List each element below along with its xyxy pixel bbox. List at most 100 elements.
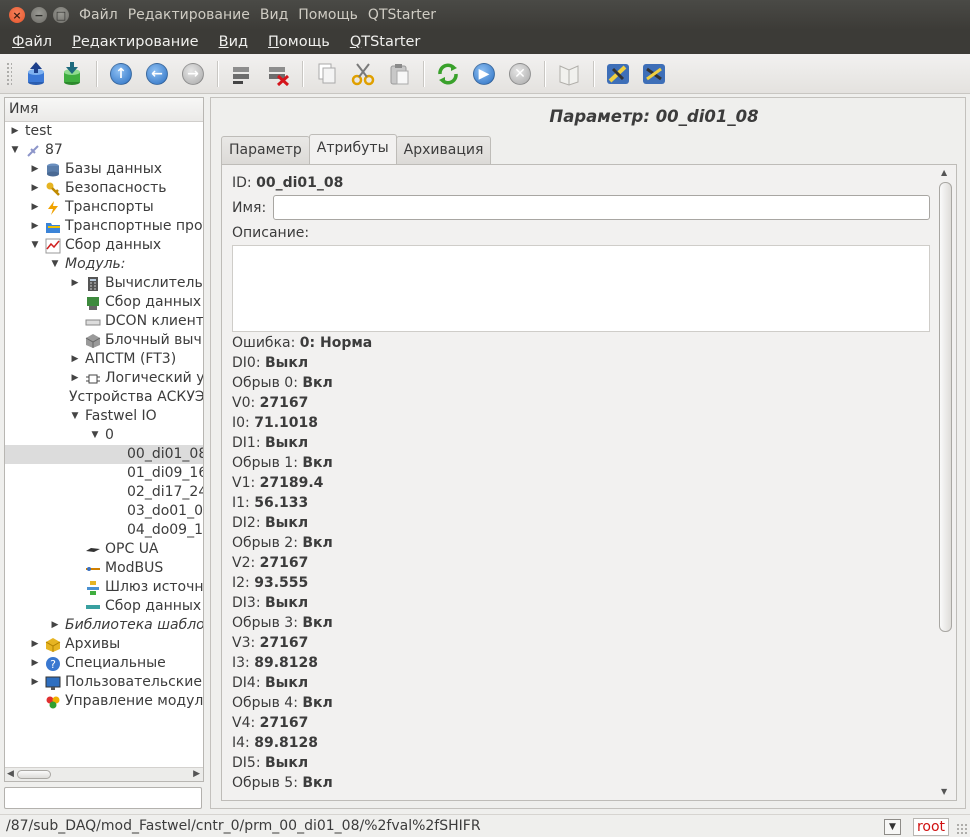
minimize-window-button[interactable]: − [31,7,47,23]
copy-button[interactable] [312,59,342,89]
tool1-button[interactable] [603,59,633,89]
tree-node-opcua[interactable]: OPC UA [85,540,203,559]
cut-button[interactable] [348,59,378,89]
tree-node-daq[interactable]: ▼ Сбор данных [29,236,203,255]
menu-view[interactable]: Вид [207,34,256,50]
tree-node-daq-module[interactable]: Сбор данных [85,293,203,312]
attribute-value: 27167 [259,635,309,651]
tree-node-dcon[interactable]: DCON клиент [85,312,203,331]
stop-button[interactable]: ✕ [505,59,535,89]
tree-node-templates-lib[interactable]: ▶Библиотека шаблонов [49,616,203,635]
tree-node-module-mgmt[interactable]: Управление модулями [45,692,203,711]
scrollbar-thumb[interactable] [17,770,51,779]
tree-node-transports[interactable]: ▶ Транспорты [29,198,203,217]
tab-attributes[interactable]: Атрибуты [308,134,397,164]
tree-node-param[interactable]: 02_di17_24 [127,483,203,502]
expand-arrow-icon[interactable]: ▶ [29,635,41,654]
back-button[interactable]: ← [142,59,172,89]
scroll-right-icon[interactable]: ▶ [193,768,200,781]
tree-node-askue[interactable]: Устройства АСКУЭ [69,388,203,407]
tree-node-modules-group[interactable]: ▼ Модуль: [49,255,203,274]
tree-node-special[interactable]: ▶? Специальные [29,654,203,673]
tree-node-calculator[interactable]: ▶ Вычислитель [69,274,203,293]
tree-node-gateway[interactable]: Шлюз источников [85,578,203,597]
tree-column-header[interactable]: Имя [5,98,203,122]
collapse-arrow-icon[interactable]: ▼ [89,426,101,445]
expand-arrow-icon[interactable]: ▶ [9,122,21,141]
close-window-button[interactable]: × [9,7,25,23]
tree-node-user[interactable]: ▶ Пользовательские [29,673,203,692]
tree-node-siemens-daq[interactable]: Сбор данных [85,597,203,616]
expand-arrow-icon[interactable]: ▶ [29,217,41,236]
tree-node-fastwel[interactable]: ▼ Fastwel IO [69,407,203,426]
up-button[interactable]: ↑ [106,59,136,89]
scroll-up-icon[interactable]: ▲ [941,168,947,177]
start-button[interactable]: ▶ [469,59,499,89]
status-dropdown-button[interactable]: ▼ [884,819,901,835]
title-menu-view[interactable]: Вид [260,7,288,23]
menu-file[interactable]: Файл [0,34,60,50]
resize-grip[interactable] [956,823,968,835]
scroll-left-icon[interactable]: ◀ [7,768,14,781]
toolbar-separator [544,60,545,87]
description-textarea[interactable] [232,245,930,332]
title-menu-help[interactable]: Помощь [298,7,358,23]
tab-parameter[interactable]: Параметр [221,136,310,164]
tree-node-security[interactable]: ▶ Безопасность [29,179,203,198]
tree-filter-input[interactable] [4,787,202,809]
item-add-button[interactable] [227,59,257,89]
expand-arrow-icon[interactable]: ▶ [69,274,81,293]
expand-arrow-icon[interactable]: ▶ [69,369,81,388]
title-menu-edit[interactable]: Редактирование [128,7,250,23]
menu-qtstarter[interactable]: QTStarter [338,34,429,50]
stop-icon: ✕ [509,62,531,85]
tree-node-modbus[interactable]: ModBUS [85,559,203,578]
scroll-down-icon[interactable]: ▼ [941,787,947,796]
expand-arrow-icon[interactable]: ▶ [29,198,41,217]
name-input[interactable] [273,195,930,220]
tab-archiving[interactable]: Архивация [395,136,492,164]
expand-arrow-icon[interactable]: ▶ [49,616,61,635]
collapse-arrow-icon[interactable]: ▼ [9,141,21,160]
manual-button[interactable] [554,59,584,89]
tree-node-block-calc[interactable]: Блочный вычислитель [85,331,203,350]
db-save-button[interactable] [57,59,87,89]
collapse-arrow-icon[interactable]: ▼ [29,236,41,255]
maximize-window-button[interactable]: □ [53,7,69,23]
menu-edit[interactable]: Редактирование [60,34,207,50]
toolbar-grip[interactable] [6,61,12,86]
tree-node-controller-0[interactable]: ▼ 0 [89,426,203,445]
collapse-arrow-icon[interactable]: ▼ [49,255,61,274]
tree-node-databases[interactable]: ▶ Базы данных [29,160,203,179]
tree-node-param[interactable]: 03_do01_08 [127,502,203,521]
tab-bar: Параметр Атрибуты Архивация [221,134,492,164]
tree-node-param[interactable]: 04_do09_16 [127,521,203,540]
expand-arrow-icon[interactable]: ▶ [69,350,81,369]
tree-node-param[interactable]: 01_di09_16 [127,464,203,483]
title-menu-file[interactable]: Файл [79,7,118,23]
tree-node-param-selected[interactable]: 00_di01_08 [5,445,203,464]
collapse-arrow-icon[interactable]: ▼ [69,407,81,426]
forward-button[interactable]: → [178,59,208,89]
scrollbar-thumb[interactable] [939,182,952,632]
expand-arrow-icon[interactable]: ▶ [29,673,41,692]
tool2-button[interactable] [639,59,669,89]
expand-arrow-icon[interactable]: ▶ [29,654,41,673]
expand-arrow-icon[interactable]: ▶ [29,179,41,198]
item-delete-button[interactable] [263,59,293,89]
menu-help[interactable]: Помощь [256,34,338,50]
tree-node-87[interactable]: ▼ 87 [9,141,203,160]
title-menu-qtstarter[interactable]: QTStarter [368,7,436,23]
tree-node-apstm[interactable]: ▶ АПСТМ (FT3) [69,350,203,369]
db-load-button[interactable] [21,59,51,89]
refresh-button[interactable] [433,59,463,89]
tree-node-protocols[interactable]: ▶Транспортные протоколы [29,217,203,236]
status-user[interactable]: root [913,818,949,836]
tree-horizontal-scrollbar[interactable]: ◀ ▶ [5,767,203,781]
tree-node-logic-level[interactable]: ▶Логический уровень [69,369,203,388]
tree-node-archives[interactable]: ▶ Архивы [29,635,203,654]
paste-button[interactable] [384,59,414,89]
tree-node-test[interactable]: ▶ test [9,122,203,141]
attributes-vertical-scrollbar[interactable]: ▲ ▼ [939,168,952,796]
expand-arrow-icon[interactable]: ▶ [29,160,41,179]
